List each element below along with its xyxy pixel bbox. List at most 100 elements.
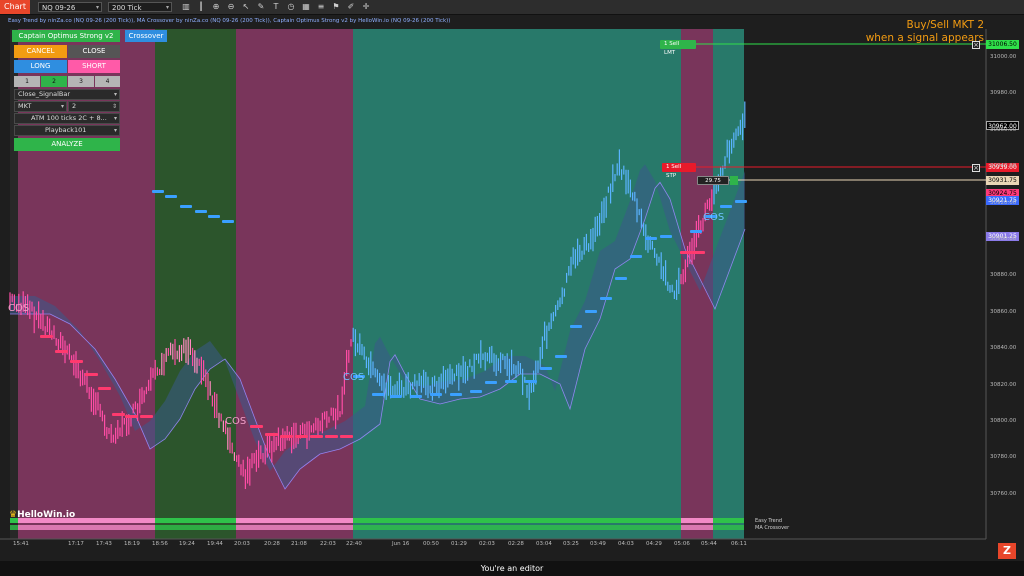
buy-signal-dash [720, 205, 732, 208]
buy-signal-dash [660, 235, 672, 238]
qty-3-button[interactable]: 3 [68, 76, 94, 87]
time-axis-tick: 03:49 [590, 541, 606, 547]
buy-signal-dash [585, 310, 597, 313]
clock-icon[interactable]: ◷ [286, 2, 296, 12]
time-axis-tick: 19:44 [207, 541, 223, 547]
chart-tab[interactable]: Chart [0, 0, 30, 14]
trend-strip [155, 518, 236, 523]
zoom-in-icon[interactable]: ⊕ [211, 2, 221, 12]
short-button[interactable]: SHORT [68, 60, 120, 73]
chevron-down-icon: ▾ [95, 4, 99, 11]
cos-signal-label: COS [343, 372, 365, 383]
price-axis-tick: 30800.00 [990, 418, 1017, 424]
crossover-button[interactable]: Crossover [125, 30, 167, 42]
time-axis-tick: 21:08 [291, 541, 307, 547]
qty-4-button[interactable]: 4 [95, 76, 120, 87]
bar-chart-icon[interactable]: ▥ [181, 2, 191, 12]
alert-icon[interactable]: ⚑ [331, 2, 341, 12]
order-qty-stepper[interactable]: 2 ⇕ [68, 101, 120, 112]
cos-signal-label: COS [8, 303, 30, 314]
status-bar: You're an editor [0, 561, 1024, 576]
time-axis-tick: 18:56 [152, 541, 168, 547]
signal-headline: Buy/Sell MKT 2 when a signal appears [866, 19, 984, 45]
position-pnl-label[interactable]: 29.75 [697, 176, 729, 185]
buy-signal-dash [165, 195, 177, 198]
trophy-icon: ♛ [9, 510, 18, 520]
price-axis-tick: 30900.00 [990, 236, 1017, 242]
sell-stop-order-label[interactable]: 1 Sell STP [662, 163, 696, 179]
price-axis-tick: 30940.00 [990, 163, 1017, 170]
chart-window: Chart NQ 09-26 ▾ 200 Tick ▾ ▥ ┃ ⊕ ⊖ ↖ ✎ … [0, 0, 1024, 576]
crosshair-icon[interactable]: ✛ [361, 2, 371, 12]
close-icon[interactable]: × [972, 164, 980, 172]
headline-line-2: when a signal appears [865, 32, 984, 44]
exit-mode-value: Close_SignalBar [18, 90, 71, 98]
price-chart[interactable] [0, 15, 1024, 561]
sell-signal-dash [325, 435, 338, 438]
time-axis-tick: 19:24 [179, 541, 195, 547]
trend-zone [353, 29, 681, 539]
cos-signal-label: COS [703, 212, 725, 223]
order-type-select[interactable]: MKT ▾ [14, 101, 67, 112]
cancel-button[interactable]: CANCEL [14, 45, 67, 58]
time-axis-tick: 01:29 [451, 541, 467, 547]
close-icon[interactable]: × [972, 41, 980, 49]
draw-icon[interactable]: ✐ [346, 2, 356, 12]
trend-strip [713, 518, 744, 523]
chevron-down-icon: ▾ [165, 4, 169, 11]
sell-limit-order-label[interactable]: 1 Sell LMT [660, 40, 696, 56]
price-axis-tick: 30880.00 [990, 272, 1017, 279]
cross-strip [155, 525, 236, 530]
chevron-down-icon: ▾ [113, 115, 117, 122]
buy-signal-dash [195, 210, 207, 213]
pencil-icon[interactable]: ✎ [256, 2, 266, 12]
cross-strip [236, 525, 353, 530]
zoom-out-icon[interactable]: ⊖ [226, 2, 236, 12]
exit-mode-select[interactable]: Close_SignalBar ▾ [14, 89, 120, 100]
position-marker[interactable] [730, 176, 738, 185]
properties-icon[interactable]: ≡ [316, 2, 326, 12]
account-select[interactable]: Playback101 ▾ [14, 125, 120, 136]
buy-signal-dash [525, 380, 537, 383]
price-axis-tick: 30780.00 [990, 454, 1017, 461]
chevron-down-icon: ▾ [113, 91, 117, 98]
sell-signal-dash [340, 435, 353, 438]
time-axis-tick: 15:41 [13, 541, 29, 547]
sell-signal-dash [70, 360, 83, 363]
buy-signal-dash [735, 200, 747, 203]
sell-signal-dash [295, 435, 308, 438]
buy-signal-dash [600, 297, 612, 300]
sell-signal-dash [85, 373, 98, 376]
z-logo-icon[interactable]: Z [998, 543, 1016, 559]
brand-logo: ♛HelloWin.io [9, 510, 75, 520]
analyze-button[interactable]: ANALYZE [14, 138, 120, 151]
price-tag-current: 30931.75 [986, 176, 1019, 185]
cross-strip [18, 525, 155, 530]
time-axis-tick: 18:19 [124, 541, 140, 547]
cursor-icon[interactable]: ↖ [241, 2, 251, 12]
candle-icon[interactable]: ┃ [196, 2, 206, 12]
chart-toolbar: Chart NQ 09-26 ▾ 200 Tick ▾ ▥ ┃ ⊕ ⊖ ↖ ✎ … [0, 0, 1024, 15]
indicator-list: Easy Trend by ninZa.co (NQ 09-26 (200 Ti… [8, 18, 451, 24]
cross-strip [10, 525, 18, 530]
buy-signal-dash [570, 325, 582, 328]
long-button[interactable]: LONG [14, 60, 67, 73]
instrument-selector[interactable]: NQ 09-26 ▾ [38, 2, 102, 12]
buy-signal-dash [645, 237, 657, 240]
cross-strip [353, 525, 681, 530]
atm-select[interactable]: ATM 100 ticks 2C + 8... ▾ [14, 113, 120, 124]
timeframe-selector[interactable]: 200 Tick ▾ [108, 2, 172, 12]
close-button[interactable]: CLOSE [68, 45, 120, 58]
qty-2-button[interactable]: 2 [41, 76, 67, 87]
chevron-up-down-icon: ⇕ [111, 103, 117, 110]
instrument-value: NQ 09-26 [42, 4, 76, 12]
text-icon[interactable]: T [271, 2, 281, 12]
time-axis-tick: 04:03 [618, 541, 634, 547]
trend-zone [155, 29, 236, 539]
strategy-title: Captain Optimus Strong v2 [12, 30, 120, 42]
sell-signal-dash [112, 413, 125, 416]
qty-1-button[interactable]: 1 [14, 76, 40, 87]
cross-strip [681, 525, 713, 530]
grid-icon[interactable]: ▦ [301, 2, 311, 12]
time-axis-tick: 02:28 [508, 541, 524, 547]
